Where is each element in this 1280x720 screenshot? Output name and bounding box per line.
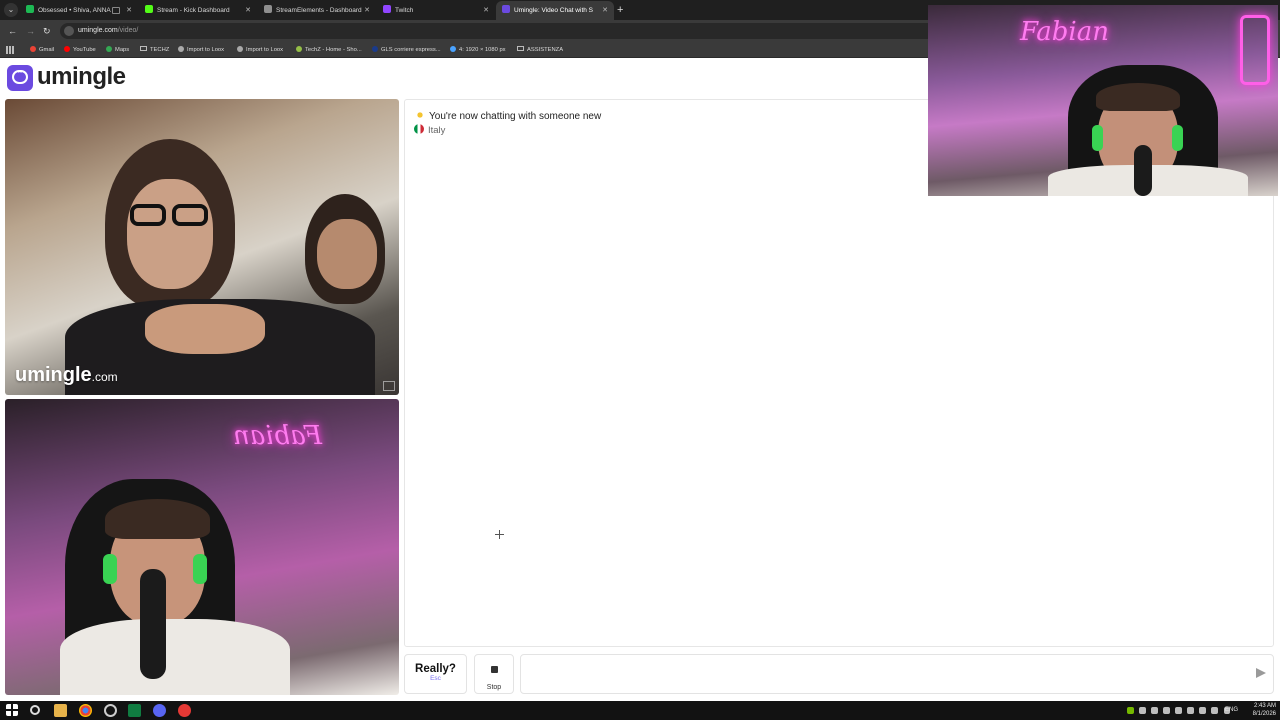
- crosshair-cursor-icon: [495, 530, 504, 539]
- bookmark-maps[interactable]: Maps: [106, 42, 129, 58]
- umingle-icon: [502, 5, 510, 13]
- bookmark-assistenza[interactable]: ASSISTENZA: [517, 42, 563, 58]
- bookmark-gls[interactable]: GLS corriere espress...: [372, 42, 441, 58]
- sparkle-icon: [415, 110, 425, 120]
- tray-app-icon[interactable]: [1139, 707, 1146, 714]
- usb-icon[interactable]: [1187, 707, 1194, 714]
- self-video: Fabian: [5, 399, 399, 695]
- tab-search-icon[interactable]: ⌄: [4, 3, 18, 17]
- apps-grid-icon[interactable]: [6, 46, 14, 54]
- address-bar[interactable]: umingle.com/video/: [60, 23, 940, 39]
- twitch-icon: [383, 5, 391, 13]
- bookmark-import-loox-1[interactable]: Import to Loox: [178, 42, 224, 58]
- stranger-face: [127, 179, 213, 289]
- forward-icon[interactable]: →: [26, 24, 35, 38]
- bookmark-gmail[interactable]: Gmail: [30, 42, 54, 58]
- stop-button[interactable]: Stop: [474, 654, 514, 694]
- search-icon[interactable]: [30, 705, 40, 715]
- italy-flag-icon: [414, 124, 424, 134]
- kick-icon: [145, 5, 153, 13]
- shopify-icon: [296, 46, 302, 52]
- stranger-country: Italy: [414, 124, 445, 136]
- tray-app-icon[interactable]: [1175, 707, 1182, 714]
- youtube-icon: [64, 46, 70, 52]
- chrome-icon[interactable]: [79, 704, 92, 717]
- file-explorer-icon[interactable]: [54, 704, 67, 717]
- message-input[interactable]: [520, 654, 1274, 694]
- folder-icon: [140, 46, 147, 51]
- gls-icon: [372, 46, 378, 52]
- folder-icon: [517, 46, 524, 51]
- site-info-icon[interactable]: [64, 26, 74, 36]
- headphones-icon: [103, 554, 117, 584]
- discord-icon[interactable]: [153, 704, 166, 717]
- nvidia-icon[interactable]: [1127, 707, 1134, 714]
- maps-icon: [106, 46, 112, 52]
- tab-close-icon[interactable]: ✕: [602, 1, 608, 20]
- tab-twitch[interactable]: Twitch ✕: [377, 1, 495, 20]
- tab-spotify[interactable]: Obsessed • Shiva, ANNA ✕: [20, 1, 138, 20]
- url-host: umingle.com: [78, 27, 118, 34]
- reload-icon[interactable]: ↻: [43, 24, 51, 38]
- gmail-icon: [30, 46, 36, 52]
- tab-kick-dashboard[interactable]: Stream - Kick Dashboard ✕: [139, 1, 257, 20]
- bluetooth-icon[interactable]: [1151, 707, 1158, 714]
- neon-bolt-icon: [1240, 15, 1270, 85]
- tab-close-icon[interactable]: ✕: [245, 1, 251, 20]
- windows-start-icon[interactable]: [6, 704, 18, 716]
- tab-streamelements[interactable]: StreamElements - Dashboard ✕: [258, 1, 376, 20]
- microphone-icon: [1134, 145, 1152, 196]
- streamelements-icon: [264, 5, 272, 13]
- glasses-icon: [130, 204, 166, 226]
- bookmark-import-loox-2[interactable]: Import to Loox: [237, 42, 283, 58]
- back-icon[interactable]: ←: [8, 24, 17, 38]
- excel-icon[interactable]: [128, 704, 141, 717]
- neon-sign: Fabian: [233, 421, 322, 451]
- chat-status-message: You're now chatting with someone new: [415, 110, 601, 122]
- network-icon[interactable]: [1199, 707, 1206, 714]
- stop-icon: [490, 666, 498, 673]
- clock[interactable]: 2:43 AM 8/1/2026: [1242, 702, 1276, 718]
- bookmark-techz[interactable]: TECHZ: [140, 42, 169, 58]
- bookmark-techz-home[interactable]: TechZ - Home - Sho...: [296, 42, 362, 58]
- tab-close-icon[interactable]: ✕: [483, 1, 489, 20]
- globe-icon: [178, 46, 184, 52]
- obs-icon[interactable]: [104, 704, 117, 717]
- input-language[interactable]: ENG: [1225, 707, 1238, 713]
- tab-close-icon[interactable]: ✕: [126, 1, 132, 20]
- stranger-video: umingle.com: [5, 99, 399, 395]
- tab-close-icon[interactable]: ✕: [364, 1, 370, 20]
- globe-icon: [237, 46, 243, 52]
- chat-controls: Really? Esc Stop: [404, 654, 1274, 696]
- new-tab-button[interactable]: +: [617, 2, 623, 18]
- url-path: /video/: [117, 27, 139, 34]
- tray-app-icon[interactable]: [1163, 707, 1170, 714]
- windows-taskbar: ENG 2:43 AM 8/1/2026: [0, 701, 1280, 720]
- chat-bubble-icon: [7, 65, 33, 91]
- stranger-hands: [145, 304, 265, 354]
- globe-icon: [450, 46, 456, 52]
- next-button[interactable]: Really? Esc: [404, 654, 467, 694]
- report-flag-icon[interactable]: [383, 381, 395, 391]
- streamer-webcam-overlay: Fabian: [928, 5, 1278, 196]
- tab-audio-icon[interactable]: [112, 7, 120, 14]
- bookmark-resolution[interactable]: 4: 1920 × 1080 px: [450, 42, 506, 58]
- spotify-icon: [26, 5, 34, 13]
- volume-icon[interactable]: [1211, 707, 1218, 714]
- recording-icon[interactable]: [178, 704, 191, 717]
- streamer-hair: [1096, 83, 1180, 111]
- tab-umingle[interactable]: Umingle: Video Chat with S ✕: [496, 1, 614, 20]
- microphone-icon: [140, 569, 166, 679]
- self-shirt: [60, 619, 290, 695]
- umingle-watermark: umingle.com: [15, 364, 118, 386]
- headphones-icon: [1092, 125, 1103, 151]
- self-hair: [105, 499, 210, 539]
- bookmark-youtube[interactable]: YouTube: [64, 42, 96, 58]
- neon-sign: Fabian: [1020, 17, 1109, 47]
- send-icon[interactable]: [1256, 668, 1266, 678]
